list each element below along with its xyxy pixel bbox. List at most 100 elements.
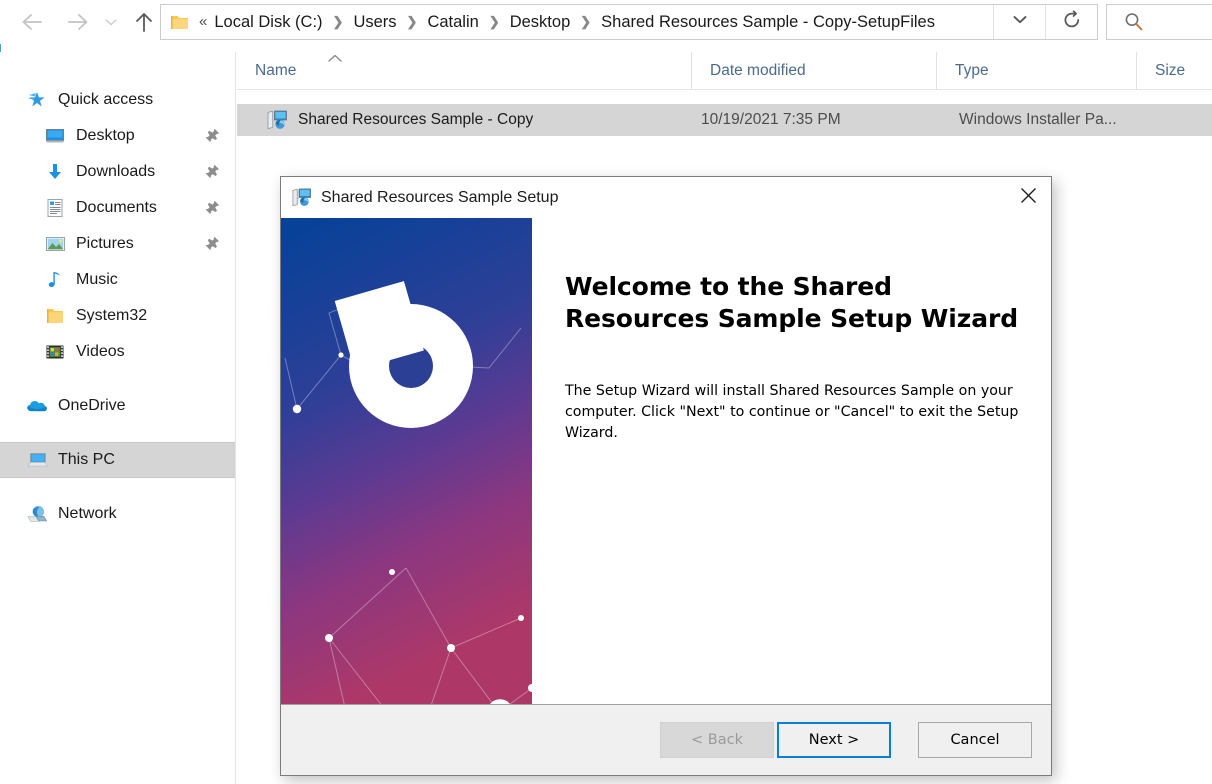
dialog-heading: Welcome to the Shared Resources Sample S… (565, 272, 1018, 333)
recent-locations-button[interactable] (98, 2, 124, 42)
sidebar-item-network[interactable]: Network (0, 496, 235, 532)
breadcrumb: « Local Disk (C:) ❯ Users ❯ Catalin ❯ De… (197, 5, 993, 39)
chevron-down-icon (103, 16, 119, 28)
sidebar-item-this-pc[interactable]: This PC (0, 442, 235, 478)
sidebar-item-label: Quick access (58, 91, 154, 108)
dialog-content: Welcome to the Shared Resources Sample S… (532, 218, 1051, 704)
arrow-left-icon (19, 11, 45, 33)
msi-installer-icon (266, 109, 288, 131)
column-header-row: Name Date modified Type Size (237, 51, 1212, 90)
breadcrumb-separator-icon[interactable]: ❯ (481, 5, 508, 39)
next-button[interactable]: Next > (777, 722, 891, 758)
column-header-type[interactable]: Type (936, 51, 1136, 90)
sidebar-item-downloads[interactable]: Downloads (0, 154, 235, 190)
pin-icon (204, 163, 221, 185)
setup-wizard-banner (281, 218, 532, 704)
cancel-button-label: Cancel (950, 732, 1000, 748)
sidebar-item-music[interactable]: Music (0, 262, 235, 298)
arrow-up-icon (133, 10, 155, 34)
sidebar-item-desktop[interactable]: Desktop (0, 118, 235, 154)
table-row[interactable]: Shared Resources Sample - Copy 10/19/202… (237, 104, 1212, 136)
file-name-cell[interactable]: Shared Resources Sample - Copy (237, 104, 691, 136)
back-button[interactable]: < Back (660, 722, 774, 758)
sidebar-item-label: System32 (76, 307, 148, 324)
folder-icon (170, 14, 189, 31)
sidebar-item-label: Music (76, 271, 118, 288)
dialog-title-bar[interactable]: Shared Resources Sample Setup (281, 177, 1051, 218)
downloads-arrow-icon (44, 161, 66, 183)
forward-button[interactable] (58, 2, 98, 42)
arrow-right-icon (65, 11, 91, 33)
sidebar-item-label: Network (58, 505, 117, 522)
search-icon (1123, 11, 1145, 33)
pin-icon (204, 127, 221, 149)
breadcrumb-separator-icon[interactable]: ❯ (399, 5, 426, 39)
this-pc-icon (26, 449, 48, 471)
file-type-cell: Windows Installer Pa... (936, 104, 1136, 136)
music-note-icon (44, 269, 66, 291)
sidebar-item-label: Pictures (76, 235, 134, 252)
breadcrumb-item-users[interactable]: Users (351, 5, 398, 39)
sidebar-item-documents[interactable]: Documents (0, 190, 235, 226)
back-button[interactable] (12, 2, 52, 42)
column-header-name-label: Name (255, 61, 297, 79)
sidebar-item-system32[interactable]: System32 (0, 298, 235, 334)
column-header-size-label: Size (1155, 61, 1186, 79)
breadcrumb-overflow[interactable]: « (197, 5, 212, 39)
sidebar-item-quick-access[interactable]: Quick access (0, 82, 235, 118)
column-header-name[interactable]: Name (237, 52, 691, 90)
dialog-body: Welcome to the Shared Resources Sample S… (281, 218, 1051, 705)
sidebar-item-pictures[interactable]: Pictures (0, 226, 235, 262)
documents-page-icon (44, 197, 66, 219)
pictures-photo-icon (44, 233, 66, 255)
pin-icon (204, 199, 221, 221)
onedrive-cloud-icon (26, 395, 48, 417)
close-button[interactable] (1005, 177, 1051, 218)
dialog-footer: < Back Next > Cancel (281, 705, 1051, 775)
breadcrumb-item-local-disk[interactable]: Local Disk (C:) (212, 5, 324, 39)
navigation-pane: Quick access Desktop Downloads Documents… (0, 52, 236, 784)
sidebar-item-label: Desktop (76, 127, 135, 144)
breadcrumb-item-catalin[interactable]: Catalin (425, 5, 480, 39)
breadcrumb-item-current-folder[interactable]: Shared Resources Sample - Copy-SetupFile… (599, 5, 937, 39)
sidebar-item-label: Videos (76, 343, 125, 360)
column-header-date-modified[interactable]: Date modified (691, 51, 936, 90)
file-date-modified-cell: 10/19/2021 7:35 PM (691, 104, 936, 136)
pin-icon (204, 235, 221, 257)
breadcrumb-separator-icon[interactable]: ❯ (325, 5, 352, 39)
chevron-down-icon (1011, 13, 1029, 31)
dialog-title-label: Shared Resources Sample Setup (321, 188, 559, 206)
up-one-level-button[interactable] (124, 2, 164, 42)
refresh-button[interactable] (1045, 5, 1097, 39)
address-bar-dropdown-button[interactable] (993, 5, 1045, 39)
file-name-label: Shared Resources Sample - Copy (298, 111, 534, 128)
sidebar-item-label: OneDrive (58, 397, 126, 414)
sidebar-item-label: Documents (76, 199, 157, 216)
close-icon (1019, 186, 1038, 210)
file-size-cell (1136, 104, 1212, 136)
sidebar-item-label: Downloads (76, 163, 156, 180)
address-bar[interactable]: « Local Disk (C:) ❯ Users ❯ Catalin ❯ De… (160, 4, 1098, 40)
search-input[interactable] (1106, 4, 1212, 40)
refresh-icon (1062, 9, 1082, 35)
msi-installer-icon (291, 187, 312, 208)
sidebar-item-videos[interactable]: Videos (0, 334, 235, 370)
chevron-up-icon (325, 52, 345, 64)
column-header-date-modified-label: Date modified (710, 61, 806, 79)
sidebar-item-onedrive[interactable]: OneDrive (0, 388, 235, 424)
back-button-label: < Back (691, 732, 743, 748)
file-type-label: Windows Installer Pa... (959, 111, 1117, 128)
network-icon (26, 503, 48, 525)
column-header-size[interactable]: Size (1136, 51, 1212, 90)
breadcrumb-item-desktop[interactable]: Desktop (508, 5, 573, 39)
next-button-label: Next > (808, 732, 860, 748)
desktop-monitor-icon (44, 125, 66, 147)
file-date-modified-label: 10/19/2021 7:35 PM (701, 111, 841, 128)
dialog-description: The Setup Wizard will install Shared Res… (565, 383, 1019, 441)
cancel-button[interactable]: Cancel (918, 722, 1032, 758)
sidebar-item-label: This PC (58, 451, 115, 468)
breadcrumb-separator-icon[interactable]: ❯ (572, 5, 599, 39)
